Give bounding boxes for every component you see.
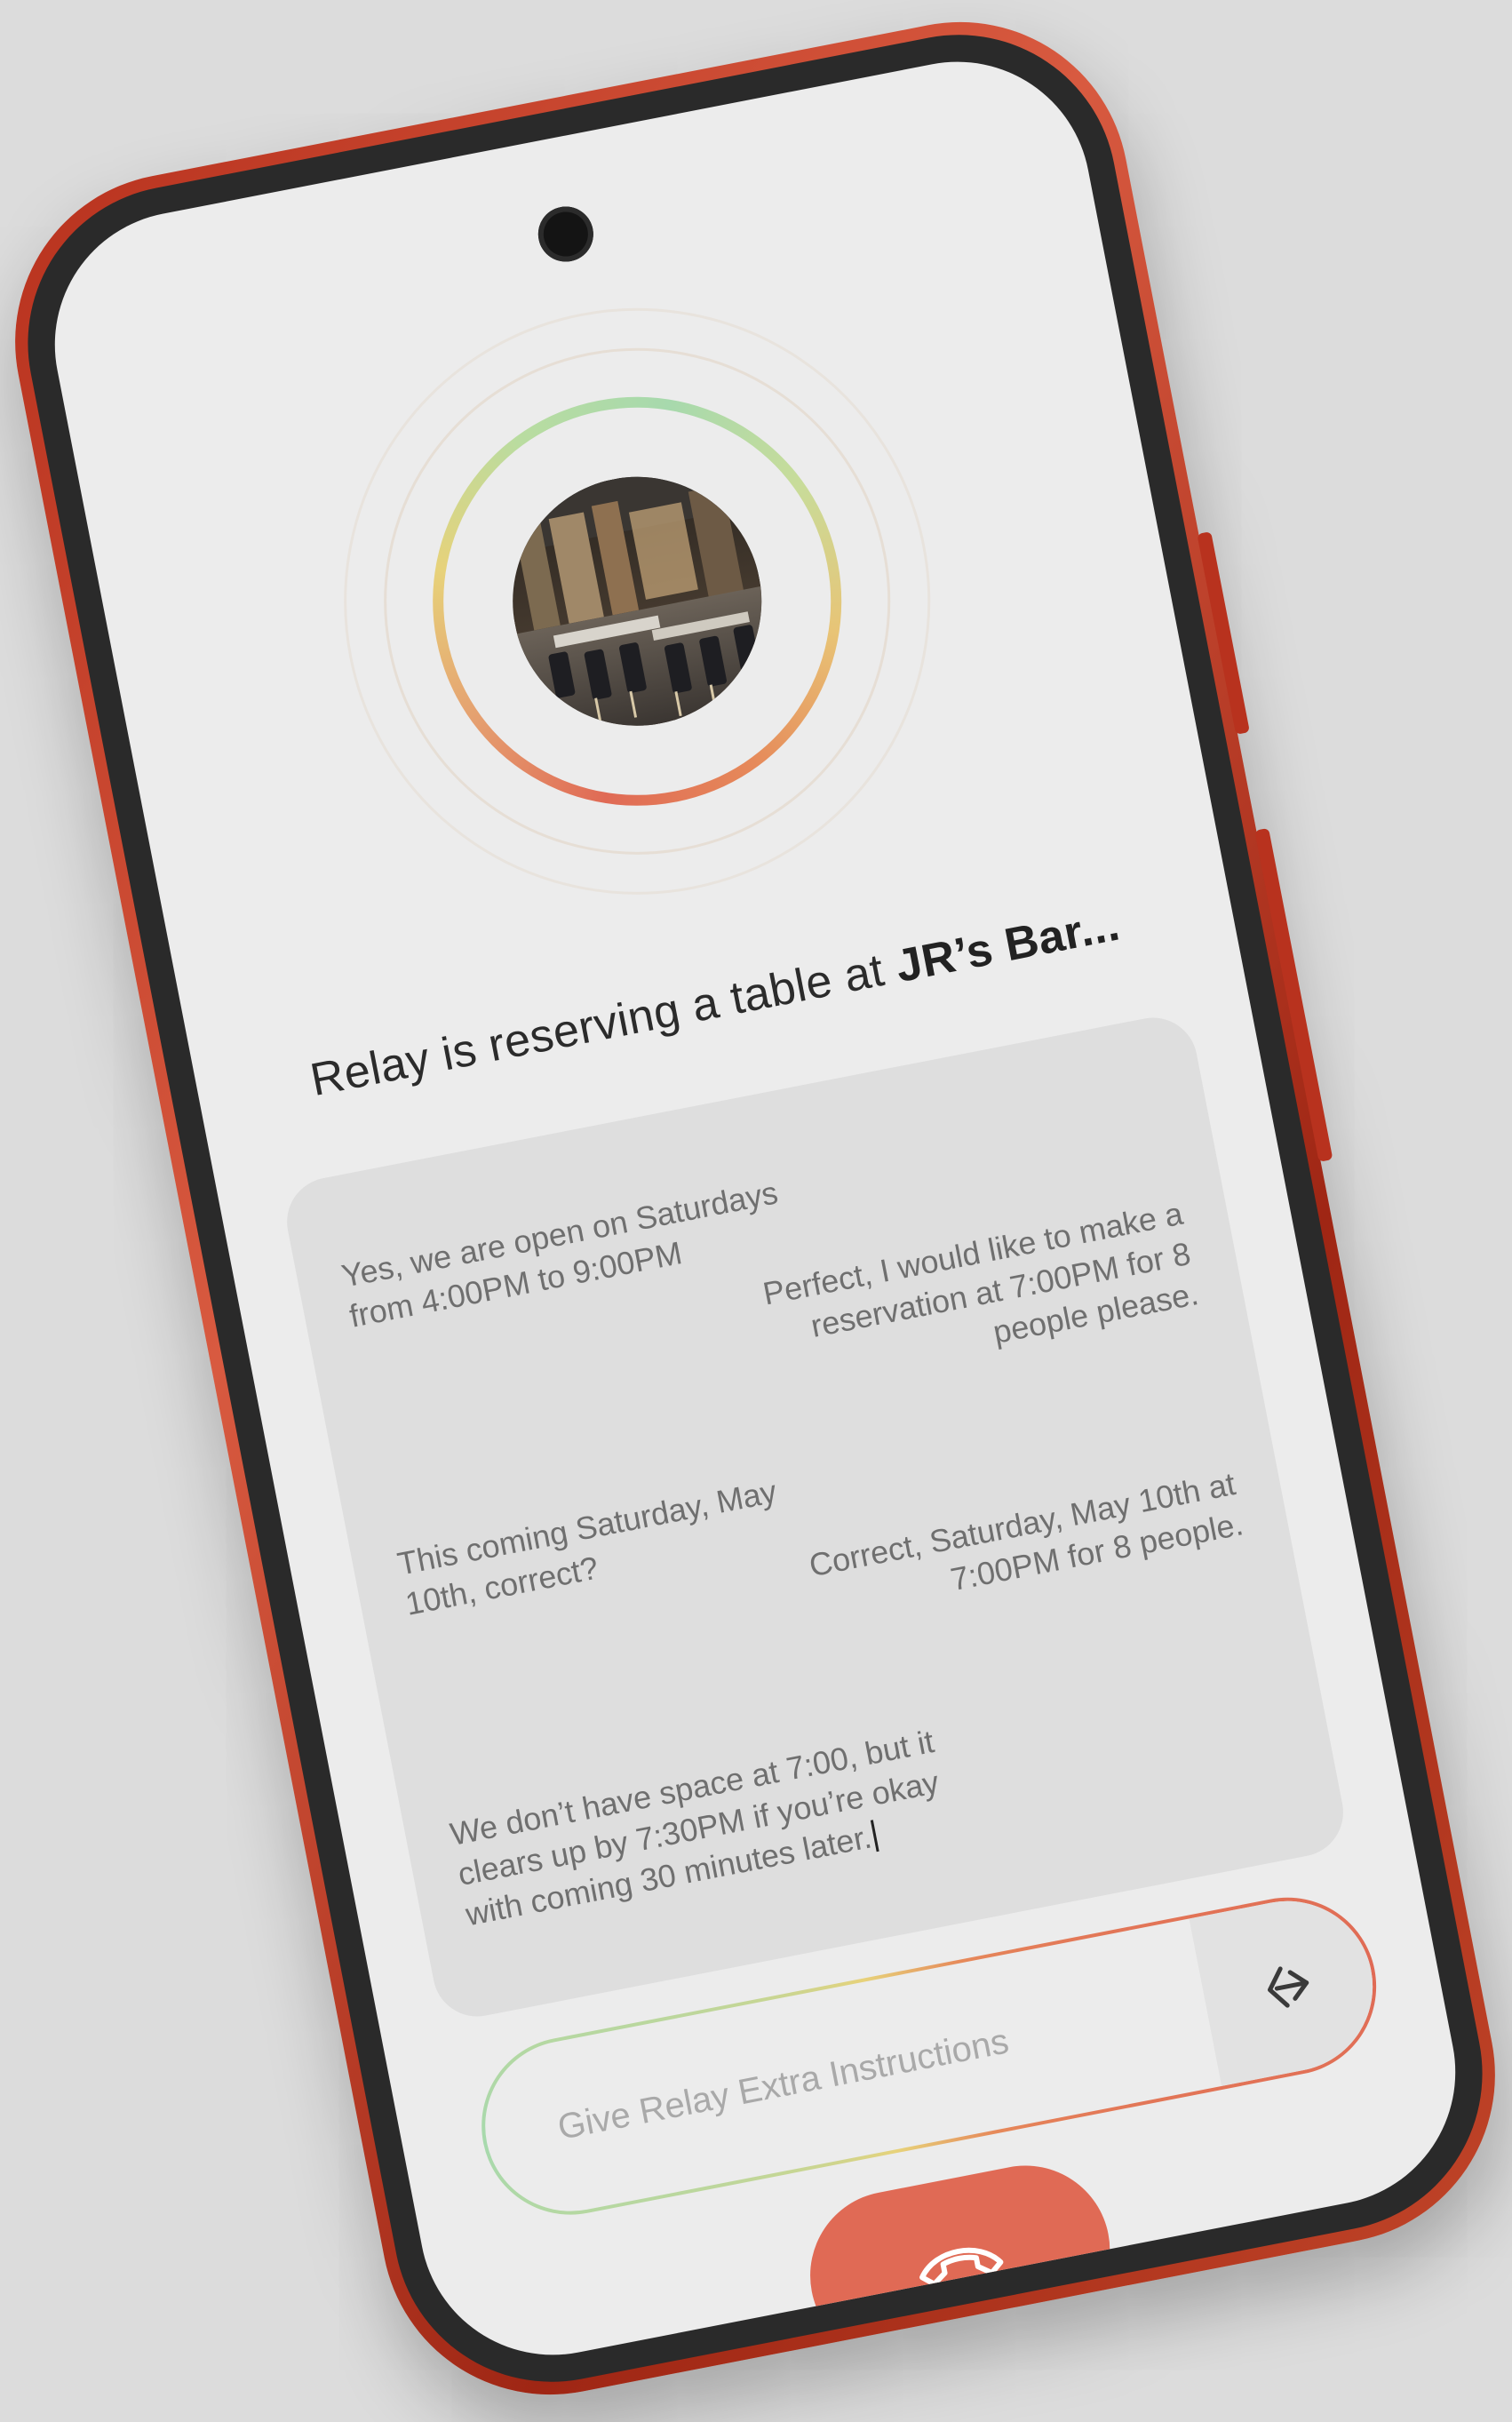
stage: Relay is reserving a table at JR’s Bar..… [0,0,1512,2422]
send-arrow-icon [1267,1966,1309,2008]
status-prefix: Relay is reserving a table at [306,942,902,1107]
transcript-message-business-live: We don’t have space at 7:00, but it clea… [447,1720,959,1935]
venue-name: JR’s Bar... [891,898,1125,993]
phone-device: Relay is reserving a table at JR’s Bar..… [0,0,1512,2422]
send-instructions-button[interactable] [1189,1886,1388,2086]
transcript-panel[interactable]: Yes, we are open on Saturdays from 4:00P… [279,1009,1351,2025]
front-camera [533,202,599,267]
phone-screen: Relay is reserving a table at JR’s Bar..… [31,38,1479,2378]
call-avatar [293,257,982,945]
live-message-text: We don’t have space at 7:00, but it clea… [447,1723,943,1933]
